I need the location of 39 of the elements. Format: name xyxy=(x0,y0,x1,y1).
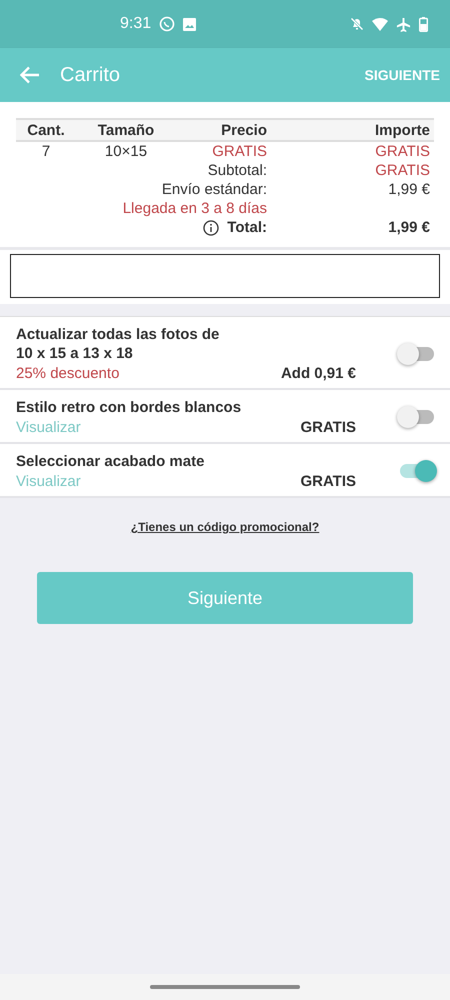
table-cell-text: 7 xyxy=(40,142,52,161)
column-header: Tamaño xyxy=(76,118,176,142)
image-icon xyxy=(183,18,196,30)
back-arrow-icon[interactable] xyxy=(20,66,40,84)
table-cell-text: GRATIS xyxy=(374,142,431,161)
home-handle[interactable] xyxy=(150,985,300,989)
column-header: Cant. xyxy=(16,118,76,142)
wifi-icon xyxy=(372,18,388,30)
summary-label: Total: xyxy=(226,218,268,237)
screen-title: Carrito xyxy=(60,64,122,86)
option-price: GRATIS xyxy=(300,473,356,490)
summary-label: Envío estándar: xyxy=(160,180,268,199)
table-cell-text: GRATIS xyxy=(211,142,268,161)
option-price: GRATIS xyxy=(300,419,356,436)
delivery-note: Llegada en 3 a 8 días xyxy=(122,199,268,218)
battery-icon xyxy=(419,16,428,32)
preview-link[interactable]: Visualizar xyxy=(16,473,81,490)
bell-off-icon xyxy=(350,17,364,31)
preview-link[interactable]: Visualizar xyxy=(16,419,81,436)
info-icon[interactable] xyxy=(203,220,220,236)
column-header: Precio xyxy=(176,118,271,142)
summary-value: 1,99 € xyxy=(387,218,431,237)
option-title: Actualizar todas las fotos de 10 x 15 a 13 x 18 xyxy=(16,325,220,363)
summary-value: 1,99 € xyxy=(387,180,431,199)
discount-label: 25% descuento xyxy=(16,365,120,382)
promo-code-link[interactable]: ¿Tienes un código promocional? xyxy=(130,520,320,534)
option-price: Add 0,91 € xyxy=(280,365,356,382)
chat-icon xyxy=(159,16,176,32)
summary-value: GRATIS xyxy=(374,161,431,180)
table-cell-text: 10×15 xyxy=(104,142,148,161)
column-header: Importe xyxy=(271,118,434,142)
summary-label: Subtotal: xyxy=(206,161,268,180)
option-title: Estilo retro con bordes blancos xyxy=(16,398,242,417)
option-title: Seleccionar acabado mate xyxy=(16,452,206,471)
next-action-button[interactable]: SIGUIENTE xyxy=(364,63,440,87)
airplane-icon xyxy=(396,16,411,32)
status-time: 9:31 xyxy=(120,15,152,33)
input-field[interactable] xyxy=(10,254,440,298)
next-button[interactable]: Siguiente xyxy=(37,572,413,624)
